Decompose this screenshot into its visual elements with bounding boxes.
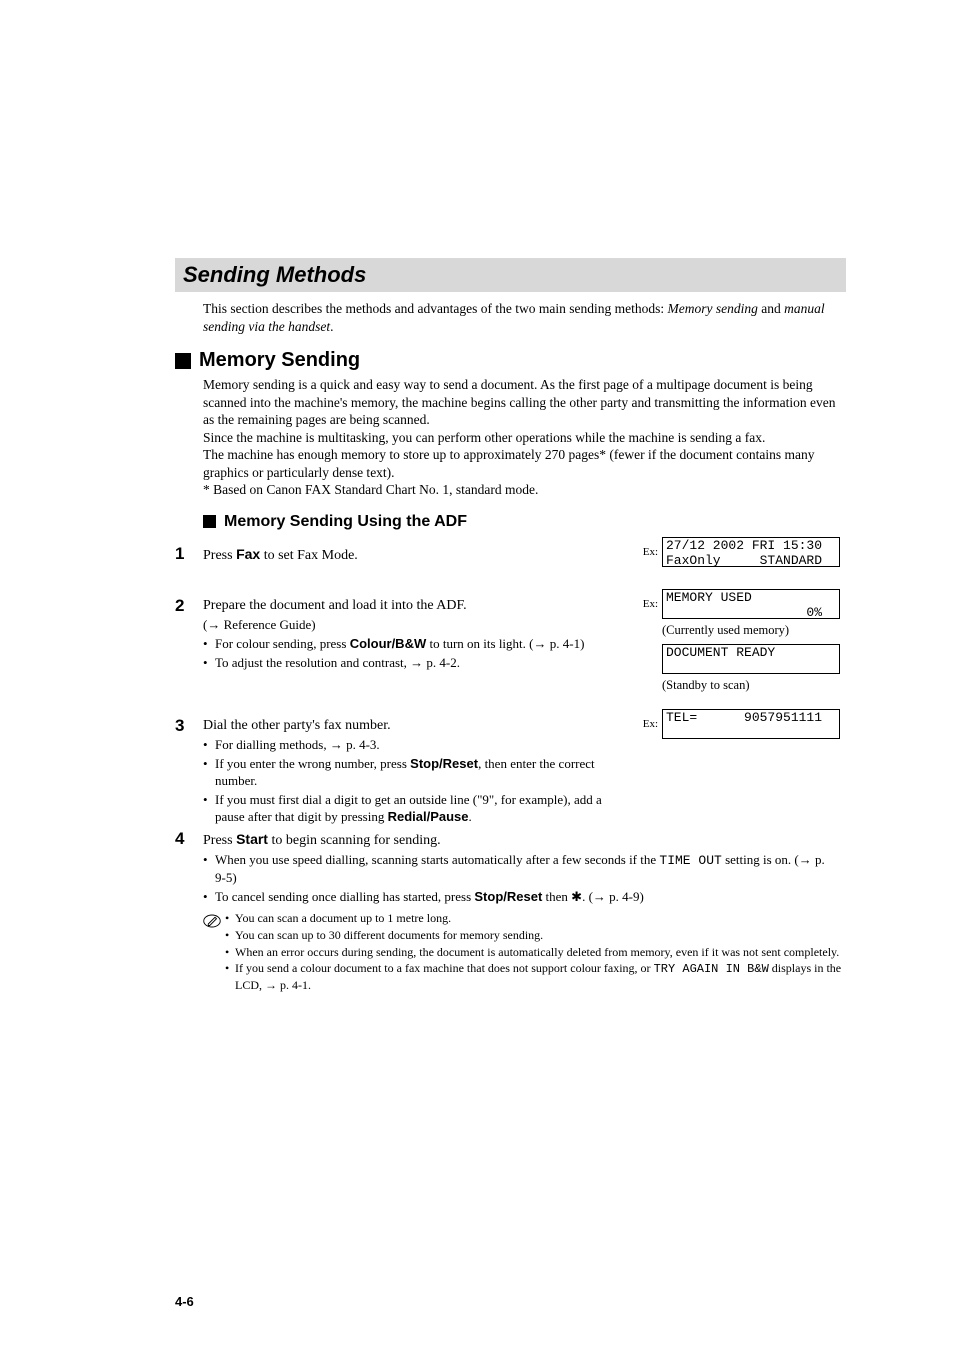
heading-memory-sending: Memory Sending [175, 349, 846, 372]
mem-para-2: Since the machine is multitasking, you c… [203, 429, 846, 447]
step-3-body: Dial the other party's fax number. •For … [203, 717, 636, 826]
step3-bullet-2: • If you enter the wrong number, press S… [203, 756, 626, 790]
step-2-row: 2 Prepare the document and load it into … [175, 589, 846, 699]
intro-mid: and [758, 301, 784, 316]
note-1: You can scan a document up to 1 metre lo… [235, 911, 846, 927]
intro-text: This section describes the methods and a… [203, 301, 668, 316]
stop-reset-label: Stop/Reset [474, 889, 542, 904]
page-number: 4-6 [175, 1294, 846, 1309]
lcd-line: DOCUMENT READY [666, 645, 775, 660]
ex-label: Ex: [636, 718, 658, 730]
note-3: When an error occurs during sending, the… [235, 945, 846, 961]
step-2-lcd-col: Ex: MEMORY USED 0% (Currently used memor… [636, 589, 846, 699]
step4-bullet-2: • To cancel sending once dialling has st… [203, 889, 836, 906]
note-4: If you send a colour document to a fax m… [235, 961, 846, 993]
subheading-adf: Memory Sending Using the ADF [203, 513, 846, 531]
step4-text-a: Press [203, 833, 236, 848]
b-text-b: to turn on its light. (→ p. 4-1) [426, 636, 584, 651]
step-1-lcd-col: Ex: 27/12 2002 FRI 15:30 FaxOnly STANDAR… [636, 537, 846, 571]
b-text-c: . (→ p. 4-9) [582, 889, 644, 904]
step-1-row: 1 Press Fax to set Fax Mode. Ex: 27/12 2… [175, 537, 846, 571]
lcd-display: TEL= 9057951111 [662, 709, 840, 739]
step3-bullet-3: • If you must first dial a digit to get … [203, 792, 626, 826]
lcd-line: FaxOnly STANDARD [666, 553, 822, 567]
step2-text: Prepare the document and load it into th… [203, 597, 626, 615]
step-number: 2 [175, 597, 203, 616]
step-3-lcd-col: Ex: TEL= 9057951111 [636, 709, 846, 743]
step2-bullet-1: • For colour sending, press Colour/B&W t… [203, 636, 626, 653]
step2-bullet-2: •To adjust the resolution and contrast, … [203, 655, 626, 672]
memory-sending-body: Memory sending is a quick and easy way t… [203, 376, 846, 499]
note-2: You can scan up to 30 different document… [235, 928, 846, 944]
fax-button-label: Fax [236, 546, 260, 562]
step1-text-b: to set Fax Mode. [260, 548, 358, 563]
b-text-a: To cancel sending once dialling has star… [215, 889, 474, 904]
page: Sending Methods This section describes t… [0, 0, 954, 1369]
lcd-line: TEL= 9057951111 [666, 710, 822, 725]
b-text-b: then [542, 889, 571, 904]
intro-end: . [330, 319, 333, 334]
intro-paragraph: This section describes the methods and a… [203, 300, 846, 335]
note-pencil-icon [203, 911, 225, 930]
step-4-row: 4 Press Start to begin scanning for send… [175, 830, 846, 906]
step2-sub1: (→ Reference Guide) [203, 617, 626, 634]
section-title: Sending Methods [175, 258, 846, 292]
mem-para-1: Memory sending is a quick and easy way t… [203, 376, 846, 429]
b-text-a: For colour sending, press [215, 636, 350, 651]
lcd-line: MEMORY USED [666, 590, 752, 605]
step-number: 3 [175, 717, 203, 736]
step1-text-a: Press [203, 548, 236, 563]
intro-em-1: Memory sending [668, 301, 758, 316]
heading-text: Memory Sending [199, 349, 360, 372]
star-key-icon: ✱ [571, 889, 582, 904]
step4-text-b: to begin scanning for sending. [268, 833, 441, 848]
step3-bullet-1: •For dialling methods, → p. 4-3. [203, 737, 626, 754]
square-bullet-icon [175, 353, 191, 369]
step-number: 1 [175, 545, 203, 564]
b-text: For dialling methods, → p. 4-3. [215, 737, 626, 754]
step-3-row: 3 Dial the other party's fax number. •Fo… [175, 709, 846, 826]
notes-block: •You can scan a document up to 1 metre l… [203, 911, 846, 994]
mem-footnote: * Based on Canon FAX Standard Chart No. … [203, 481, 846, 499]
b-text-a: If you enter the wrong number, press [215, 756, 410, 771]
lcd-line: 27/12 2002 FRI 15:30 [666, 538, 822, 553]
lcd-display: MEMORY USED 0% [662, 589, 840, 619]
step-4-body: Press Start to begin scanning for sendin… [203, 830, 846, 906]
lcd-display: DOCUMENT READY [662, 644, 840, 674]
lcd-caption: (Standby to scan) [662, 678, 846, 693]
step-1-body: Press Fax to set Fax Mode. [203, 545, 636, 565]
step-2-body: Prepare the document and load it into th… [203, 597, 636, 672]
square-bullet-icon [203, 515, 216, 528]
lcd-display: 27/12 2002 FRI 15:30 FaxOnly STANDARD [662, 537, 840, 567]
step3-text: Dial the other party's fax number. [203, 717, 626, 735]
colour-bw-label: Colour/B&W [350, 636, 427, 651]
notes-list: •You can scan a document up to 1 metre l… [225, 911, 846, 994]
try-again-label: TRY AGAIN IN B&W [654, 962, 769, 976]
stop-reset-label: Stop/Reset [410, 756, 478, 771]
lcd-caption: (Currently used memory) [662, 623, 846, 638]
b-text-a: When you use speed dialling, scanning st… [215, 852, 659, 867]
b-text: To adjust the resolution and contrast, →… [215, 655, 626, 672]
mem-para-3: The machine has enough memory to store u… [203, 446, 846, 481]
ex-label: Ex: [636, 546, 658, 558]
step4-bullet-1: • When you use speed dialling, scanning … [203, 852, 836, 887]
redial-pause-label: Redial/Pause [388, 809, 469, 824]
ex-label: Ex: [636, 598, 658, 610]
time-out-label: TIME OUT [659, 853, 721, 868]
n4-a: If you send a colour document to a fax m… [235, 961, 654, 975]
step-number: 4 [175, 830, 203, 849]
start-button-label: Start [236, 831, 268, 847]
lcd-line: 0% [666, 605, 822, 619]
subheading-text: Memory Sending Using the ADF [224, 513, 467, 531]
b-text-b: . [469, 809, 472, 824]
